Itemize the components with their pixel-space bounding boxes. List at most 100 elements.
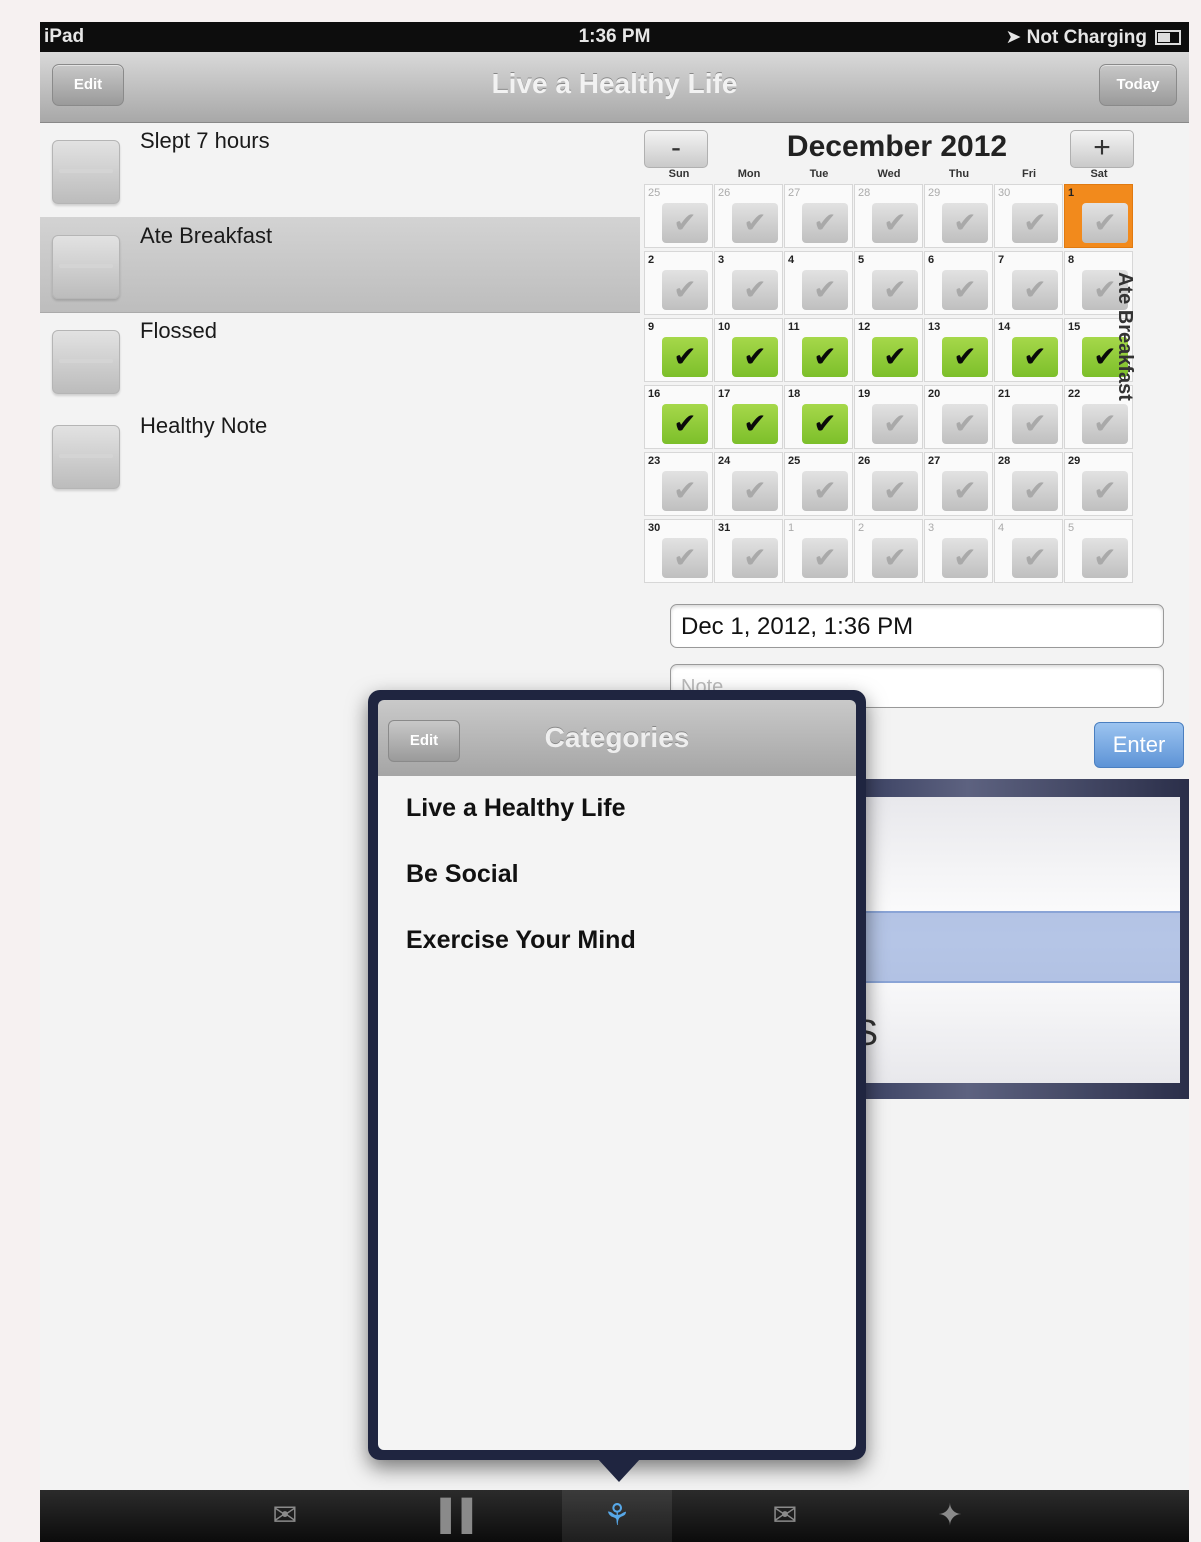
calendar-day[interactable]: 7 ✔ <box>994 251 1063 315</box>
calendar-day[interactable]: 3 ✔ <box>714 251 783 315</box>
checkmark-icon[interactable]: ✔ <box>1012 471 1058 511</box>
habit-item[interactable]: Slept 7 hours <box>40 122 640 217</box>
checkmark-icon[interactable]: ✔ <box>802 203 848 243</box>
calendar-day[interactable]: 3 ✔ <box>924 519 993 583</box>
calendar-day[interactable]: 19 ✔ <box>854 385 923 449</box>
today-button[interactable]: Today <box>1099 64 1177 106</box>
checkmark-done-icon[interactable]: ✔ <box>662 404 708 444</box>
enter-button[interactable]: Enter <box>1094 722 1184 768</box>
calendar-day[interactable]: 9 ✔ <box>644 318 713 382</box>
calendar-day[interactable]: 2 ✔ <box>644 251 713 315</box>
calendar-day[interactable]: 26 ✔ <box>854 452 923 516</box>
picker-row[interactable]: ES <box>830 999 1180 1067</box>
tab-paw-icon[interactable]: ⚘ <box>562 1490 672 1542</box>
checkmark-done-icon[interactable]: ✔ <box>802 404 848 444</box>
category-item[interactable]: Live a Healthy Life <box>406 794 626 823</box>
calendar-day[interactable]: 26 ✔ <box>714 184 783 248</box>
category-item[interactable]: Exercise Your Mind <box>406 926 636 955</box>
checkmark-done-icon[interactable]: ✔ <box>872 337 918 377</box>
checkmark-icon[interactable]: ✔ <box>1012 270 1058 310</box>
calendar-day[interactable]: 11 ✔ <box>784 318 853 382</box>
previous-month-button[interactable]: - <box>644 130 708 168</box>
checkmark-icon[interactable]: ✔ <box>872 538 918 578</box>
checkmark-icon[interactable]: ✔ <box>942 471 988 511</box>
calendar-day[interactable]: 6 ✔ <box>924 251 993 315</box>
tab-bar-chart-icon[interactable]: ▐▐ <box>396 1490 506 1542</box>
calendar-day[interactable]: 1 ✔ <box>784 519 853 583</box>
checkmark-icon[interactable]: ✔ <box>1082 404 1128 444</box>
calendar-day[interactable]: 4 ✔ <box>784 251 853 315</box>
tab-inbox-icon[interactable]: ✉ <box>230 1490 340 1542</box>
calendar-day[interactable]: 5 ✔ <box>1064 519 1133 583</box>
checkmark-icon[interactable]: ✔ <box>662 203 708 243</box>
calendar-day[interactable]: 16 ✔ <box>644 385 713 449</box>
calendar-day[interactable]: 4 ✔ <box>994 519 1063 583</box>
calendar-day[interactable]: 23 ✔ <box>644 452 713 516</box>
habit-item[interactable]: Flossed <box>40 312 640 407</box>
checkmark-done-icon[interactable]: ✔ <box>732 337 778 377</box>
calendar-day[interactable]: 31 ✔ <box>714 519 783 583</box>
checkmark-done-icon[interactable]: ✔ <box>1012 337 1058 377</box>
checkmark-icon[interactable]: ✔ <box>732 538 778 578</box>
checkmark-icon[interactable]: ✔ <box>942 203 988 243</box>
calendar-day[interactable]: 28 ✔ <box>994 452 1063 516</box>
checkmark-icon[interactable]: ✔ <box>802 471 848 511</box>
checkmark-icon[interactable]: ✔ <box>732 270 778 310</box>
checkmark-icon[interactable]: ✔ <box>942 404 988 444</box>
calendar-day[interactable]: 5 ✔ <box>854 251 923 315</box>
habit-item[interactable]: Healthy Note <box>40 407 640 502</box>
checkmark-icon[interactable]: ✔ <box>662 538 708 578</box>
calendar-day[interactable]: 20 ✔ <box>924 385 993 449</box>
calendar-day[interactable]: 30 ✔ <box>644 519 713 583</box>
calendar-day[interactable]: 21 ✔ <box>994 385 1063 449</box>
calendar-day[interactable]: 13 ✔ <box>924 318 993 382</box>
calendar-day[interactable]: 10 ✔ <box>714 318 783 382</box>
calendar-day[interactable]: 18 ✔ <box>784 385 853 449</box>
calendar-day[interactable]: 25 ✔ <box>644 184 713 248</box>
checkmark-icon[interactable]: ✔ <box>1012 404 1058 444</box>
tab-puzzle-icon[interactable]: ✦ <box>895 1490 1005 1542</box>
picker-row-selected[interactable]: O <box>830 911 1180 983</box>
checkmark-icon[interactable]: ✔ <box>872 270 918 310</box>
checkmark-icon[interactable]: ✔ <box>662 270 708 310</box>
checkmark-icon[interactable]: ✔ <box>872 404 918 444</box>
calendar-day[interactable]: 24 ✔ <box>714 452 783 516</box>
tab-chat-bubble-icon[interactable]: ✉ <box>730 1490 840 1542</box>
calendar-day[interactable]: 2 ✔ <box>854 519 923 583</box>
checkmark-done-icon[interactable]: ✔ <box>662 337 708 377</box>
checkmark-done-icon[interactable]: ✔ <box>732 404 778 444</box>
calendar-day[interactable]: 29 ✔ <box>924 184 993 248</box>
checkmark-icon[interactable]: ✔ <box>872 203 918 243</box>
calendar-day[interactable]: 25 ✔ <box>784 452 853 516</box>
checkmark-icon[interactable]: ✔ <box>1012 203 1058 243</box>
checkmark-icon[interactable]: ✔ <box>1012 538 1058 578</box>
checkmark-icon[interactable]: ✔ <box>872 471 918 511</box>
checkmark-icon[interactable]: ✔ <box>802 538 848 578</box>
next-month-button[interactable]: + <box>1070 130 1134 168</box>
calendar-day[interactable]: 17 ✔ <box>714 385 783 449</box>
checkmark-icon[interactable]: ✔ <box>732 471 778 511</box>
checkmark-icon[interactable]: ✔ <box>732 203 778 243</box>
calendar-day-today[interactable]: 1 ✔ <box>1064 184 1133 248</box>
checkmark-icon[interactable]: ✔ <box>1082 471 1128 511</box>
date-picker-wheel[interactable]: O ES <box>820 779 1189 1099</box>
date-time-field[interactable]: Dec 1, 2012, 1:36 PM <box>670 604 1164 648</box>
checkmark-icon[interactable]: ✔ <box>1082 538 1128 578</box>
checkmark-icon[interactable]: ✔ <box>942 270 988 310</box>
checkmark-icon[interactable]: ✔ <box>802 270 848 310</box>
day-number: 18 <box>788 388 801 400</box>
calendar-day[interactable]: 14 ✔ <box>994 318 1063 382</box>
calendar-day[interactable]: 12 ✔ <box>854 318 923 382</box>
calendar-day[interactable]: 30 ✔ <box>994 184 1063 248</box>
calendar-day[interactable]: 29 ✔ <box>1064 452 1133 516</box>
calendar-day[interactable]: 27 ✔ <box>924 452 993 516</box>
calendar-day[interactable]: 28 ✔ <box>854 184 923 248</box>
checkmark-icon[interactable]: ✔ <box>942 538 988 578</box>
calendar-day[interactable]: 27 ✔ <box>784 184 853 248</box>
checkmark-icon[interactable]: ✔ <box>1082 203 1128 243</box>
habit-item-selected[interactable]: Ate Breakfast <box>40 217 640 313</box>
checkmark-done-icon[interactable]: ✔ <box>942 337 988 377</box>
category-item[interactable]: Be Social <box>406 860 519 889</box>
checkmark-done-icon[interactable]: ✔ <box>802 337 848 377</box>
checkmark-icon[interactable]: ✔ <box>662 471 708 511</box>
